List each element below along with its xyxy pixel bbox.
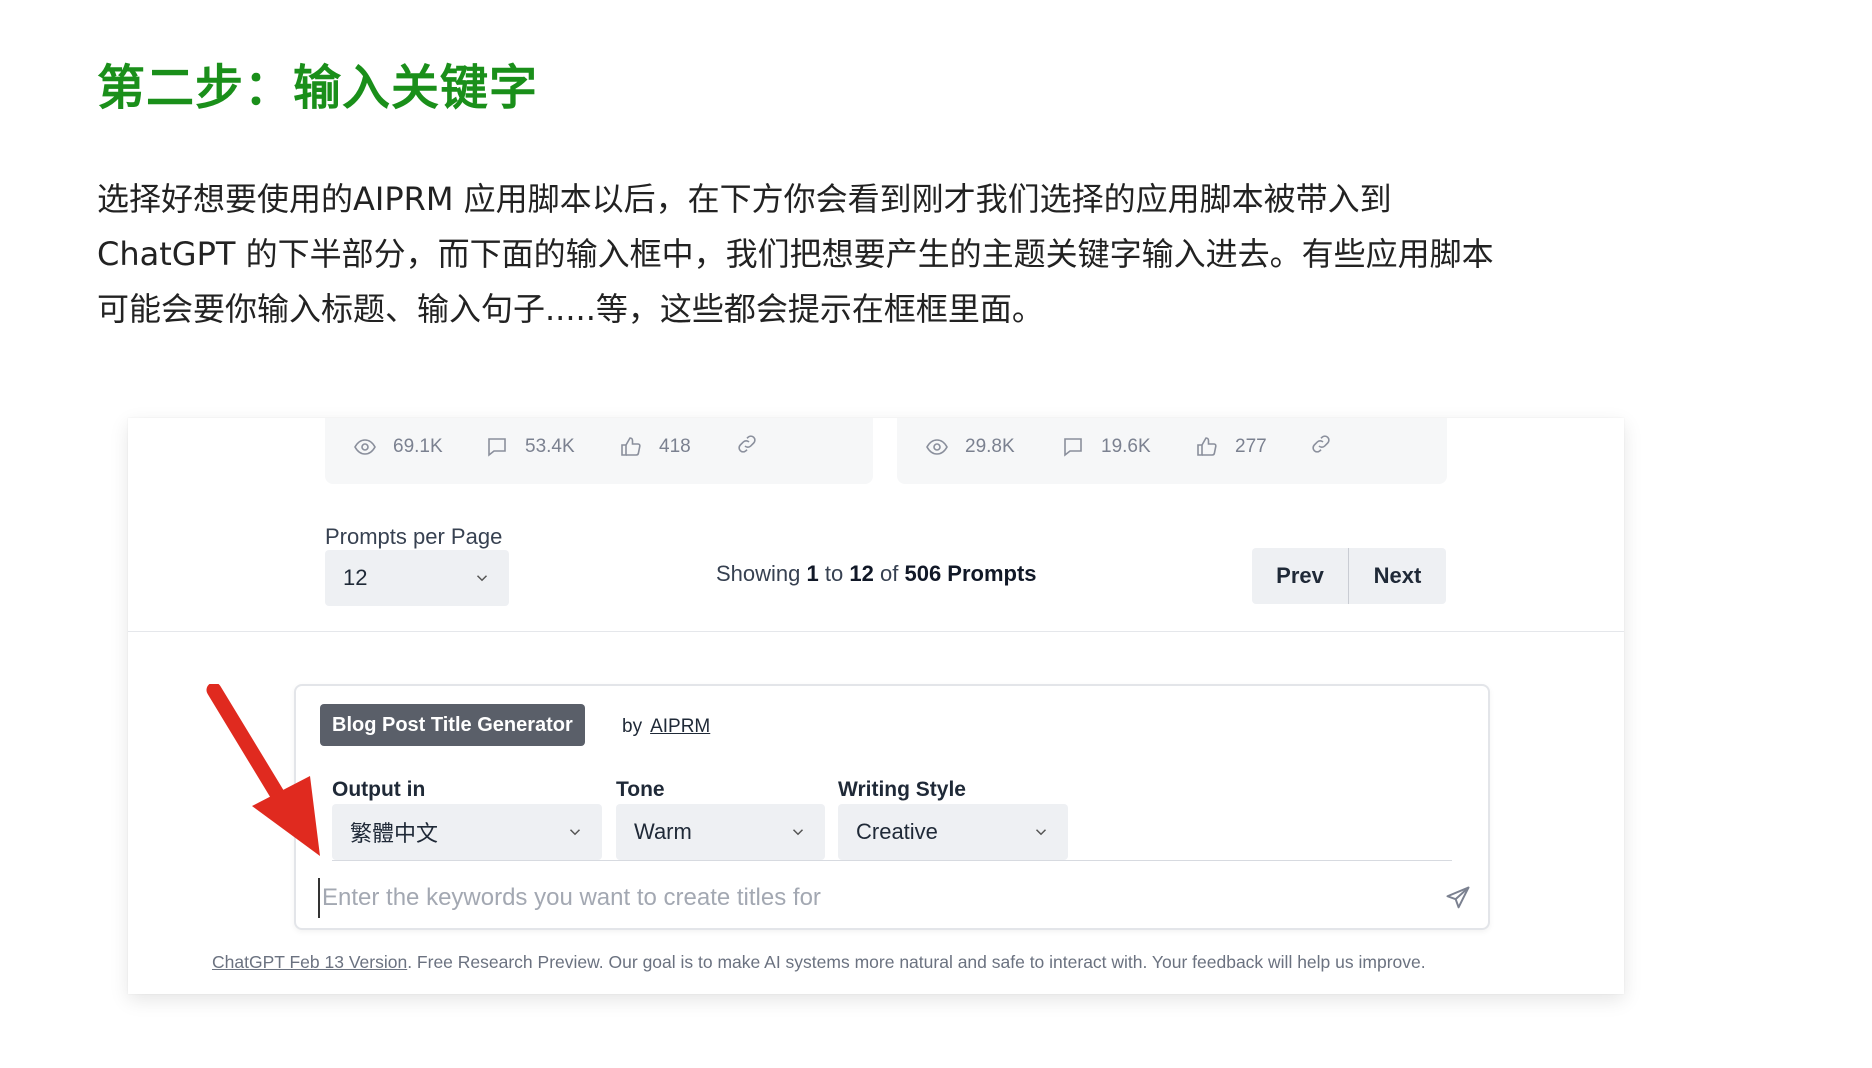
likes-stat[interactable]: 418 [619, 432, 691, 462]
chevron-down-icon [569, 829, 581, 836]
paragraph-line: 选择好想要使用的AIPRM 应用脚本以后，在下方你会看到刚才我们选择的应用脚本被… [97, 180, 1392, 218]
prompt-composer: Blog Post Title Generator by AIPRM Output… [294, 684, 1490, 930]
link-icon [1312, 435, 1330, 453]
author-link[interactable]: AIPRM [650, 716, 710, 737]
select-value: 繁體中文 [350, 822, 439, 847]
article-paragraph: 选择好想要使用的AIPRM 应用脚本以后，在下方你会看到刚才我们选择的应用脚本被… [97, 172, 1757, 337]
prompt-card[interactable]: 29.8K 19.6K 277 [897, 418, 1447, 484]
prompts-per-page-select[interactable]: 12 [325, 550, 509, 606]
comments-stat: 19.6K [1061, 432, 1151, 462]
eye-icon [926, 439, 948, 455]
prev-button[interactable]: Prev [1252, 548, 1349, 604]
views-stat: 69.1K [353, 432, 443, 462]
select-value: 12 [343, 565, 368, 590]
chevron-down-icon [792, 829, 804, 836]
page-title: 第二步：输入关键字 [97, 60, 539, 116]
copy-link-button[interactable] [1309, 432, 1333, 461]
template-author: by AIPRM [622, 716, 711, 737]
red-arrow-icon [206, 684, 320, 856]
comments-stat: 53.4K [485, 432, 575, 462]
divider [128, 631, 1624, 632]
comment-icon [1064, 438, 1082, 457]
writing-style-select[interactable]: Creative [838, 804, 1068, 860]
prompts-per-page-label: Prompts per Page [325, 524, 503, 549]
chevron-down-icon [476, 575, 488, 582]
likes-stat[interactable]: 277 [1195, 432, 1267, 462]
keywords-input[interactable] [318, 878, 1398, 918]
select-value: Creative [856, 819, 938, 844]
send-button[interactable] [1444, 884, 1472, 917]
tone-select[interactable]: Warm [616, 804, 825, 860]
results-summary: Showing 1 to 12 of 506 Prompts [716, 561, 1037, 586]
thumbs-up-icon [621, 437, 641, 456]
footer-note: ChatGPT Feb 13 Version. Free Research Pr… [212, 952, 1426, 972]
pagination-controls: Prev Next [1252, 548, 1446, 604]
chevron-down-icon [1035, 829, 1047, 836]
paragraph-line: 可能会要你输入标题、输入句子.....等，这些都会提示在框框里面。 [97, 290, 1044, 328]
select-value: Warm [634, 819, 692, 844]
separator-line [332, 860, 1452, 861]
chatgpt-screenshot: 69.1K 53.4K 418 29.8K 19.6K 277 Prompts … [128, 418, 1624, 994]
output-language-select[interactable]: 繁體中文 [332, 804, 602, 860]
template-tag[interactable]: Blog Post Title Generator [320, 704, 585, 746]
comment-icon [488, 438, 506, 457]
eye-icon [354, 439, 376, 455]
version-link[interactable]: ChatGPT Feb 13 Version [212, 952, 407, 972]
thumbs-up-icon [1197, 437, 1217, 456]
link-icon [738, 435, 756, 453]
prompt-card[interactable]: 69.1K 53.4K 418 [325, 418, 873, 484]
next-button[interactable]: Next [1349, 548, 1446, 604]
output-language-label: Output in [332, 778, 426, 801]
tone-label: Tone [616, 778, 665, 801]
copy-link-button[interactable] [735, 432, 759, 461]
paragraph-line: ChatGPT 的下半部分，而下面的输入框中，我们把想要产生的主题关键字输入进去… [97, 235, 1494, 273]
views-stat: 29.8K [925, 432, 1015, 462]
writing-style-label: Writing Style [838, 778, 966, 801]
send-icon [1446, 886, 1470, 909]
article: 第二步：输入关键字 选择好想要使用的AIPRM 应用脚本以后，在下方你会看到刚才… [0, 0, 1872, 1068]
